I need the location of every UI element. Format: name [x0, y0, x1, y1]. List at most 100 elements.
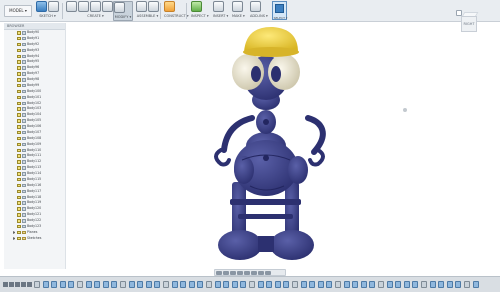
3d-print-icon[interactable]: [232, 1, 243, 12]
timeline-feature-icon[interactable]: [455, 281, 462, 288]
timeline-feature-icon[interactable]: [214, 281, 221, 288]
timeline-feature-icon[interactable]: [197, 281, 204, 288]
loft-icon[interactable]: [102, 1, 113, 12]
browser-folder-item[interactable]: Sketches: [4, 236, 65, 242]
extrude-icon[interactable]: [66, 1, 77, 12]
step-forward-icon[interactable]: [21, 282, 26, 287]
timeline-feature-icon[interactable]: [317, 281, 324, 288]
visibility-icon[interactable]: [17, 219, 21, 223]
timeline-feature-icon[interactable]: [421, 281, 427, 288]
timeline-feature-icon[interactable]: [309, 281, 316, 288]
model-viewport[interactable]: [66, 22, 500, 276]
timeline-feature-icon[interactable]: [51, 281, 58, 288]
insert-menu[interactable]: INSERT ▾: [213, 14, 228, 18]
insert-group[interactable]: INSERT ▾: [213, 1, 228, 21]
timeline-feature-icon[interactable]: [335, 281, 341, 288]
sweep-icon[interactable]: [90, 1, 101, 12]
add-ins-group[interactable]: ADD-INS ▾: [250, 1, 268, 21]
measure-icon[interactable]: [191, 1, 202, 12]
timeline-feature-icon[interactable]: [386, 281, 393, 288]
visibility-icon[interactable]: [17, 89, 21, 94]
timeline-feature-icon[interactable]: [283, 281, 290, 288]
sketch-menu[interactable]: SKETCH ▾: [36, 14, 59, 18]
visibility-icon[interactable]: [17, 48, 21, 53]
timeline-feature-icon[interactable]: [446, 281, 453, 288]
timeline-feature-icon[interactable]: [206, 281, 212, 288]
visibility-icon[interactable]: [17, 130, 21, 135]
visibility-icon[interactable]: [17, 236, 21, 241]
select-menu[interactable]: SELECT ▾: [273, 16, 288, 20]
construct-menu[interactable]: CONSTRUCT ▾: [164, 14, 189, 18]
robot-model[interactable]: [66, 22, 500, 276]
revolve-icon[interactable]: [78, 1, 89, 12]
timeline-feature-icon[interactable]: [180, 281, 187, 288]
visibility-icon[interactable]: [17, 195, 21, 200]
go-to-start-icon[interactable]: [3, 282, 8, 287]
timeline-feature-icon[interactable]: [128, 281, 135, 288]
timeline-feature-icon[interactable]: [188, 281, 195, 288]
visibility-icon[interactable]: [17, 95, 21, 100]
visibility-icon[interactable]: [17, 230, 21, 235]
press-pull-icon[interactable]: [114, 2, 125, 13]
timeline-feature-icon[interactable]: [77, 281, 83, 288]
visibility-icon[interactable]: [17, 201, 21, 205]
grid-settings-icon[interactable]: [258, 271, 264, 275]
new-component-icon[interactable]: [136, 1, 147, 12]
expand-arrow-icon[interactable]: [13, 237, 16, 241]
select-group[interactable]: SELECT ▾: [272, 1, 287, 20]
visibility-icon[interactable]: [17, 213, 21, 217]
visibility-icon[interactable]: [17, 42, 21, 47]
visibility-icon[interactable]: [17, 31, 21, 35]
visibility-icon[interactable]: [17, 154, 21, 158]
scripts-icon[interactable]: [250, 1, 261, 12]
sketch-group[interactable]: SKETCH ▾: [36, 1, 59, 21]
add-ins-menu[interactable]: ADD-INS ▾: [250, 14, 268, 18]
visibility-icon[interactable]: [17, 119, 21, 123]
visibility-icon[interactable]: [17, 160, 21, 164]
go-to-end-icon[interactable]: [27, 282, 32, 287]
visibility-icon[interactable]: [17, 60, 21, 64]
timeline-feature-icon[interactable]: [34, 281, 40, 288]
joint-icon[interactable]: [148, 1, 159, 12]
visibility-icon[interactable]: [17, 166, 21, 170]
modify-menu[interactable]: MODIFY ▾: [114, 15, 132, 19]
visibility-icon[interactable]: [17, 189, 21, 194]
visibility-icon[interactable]: [17, 54, 21, 59]
visibility-icon[interactable]: [17, 36, 21, 41]
visibility-icon[interactable]: [17, 207, 21, 211]
timeline-feature-icon[interactable]: [395, 281, 402, 288]
timeline-feature-icon[interactable]: [171, 281, 178, 288]
timeline-feature-icon[interactable]: [68, 281, 75, 288]
timeline-feature-icon[interactable]: [326, 281, 333, 288]
orbit-icon[interactable]: [216, 271, 222, 275]
pan-icon[interactable]: [230, 271, 236, 275]
timeline-feature-icon[interactable]: [120, 281, 126, 288]
visibility-icon[interactable]: [17, 172, 21, 176]
timeline-feature-icon[interactable]: [352, 281, 359, 288]
visibility-icon[interactable]: [17, 101, 21, 106]
timeline-feature-icon[interactable]: [300, 281, 307, 288]
zoom-icon[interactable]: [237, 271, 243, 275]
timeline-feature-icon[interactable]: [472, 281, 479, 288]
timeline-feature-icon[interactable]: [438, 281, 445, 288]
visibility-icon[interactable]: [17, 72, 21, 76]
timeline-feature-icon[interactable]: [111, 281, 118, 288]
viewcube[interactable]: RIGHT: [456, 10, 480, 36]
timeline-feature-icon[interactable]: [42, 281, 49, 288]
timeline-feature-icon[interactable]: [378, 281, 384, 288]
visibility-icon[interactable]: [17, 183, 21, 188]
browser-header[interactable]: BROWSER: [4, 23, 65, 30]
visibility-icon[interactable]: [17, 125, 21, 129]
timeline-feature-icon[interactable]: [274, 281, 281, 288]
timeline-feature-icon[interactable]: [360, 281, 367, 288]
expand-arrow-icon[interactable]: [13, 231, 16, 235]
timeline-feature-icon[interactable]: [369, 281, 376, 288]
visibility-icon[interactable]: [17, 136, 21, 141]
make-menu[interactable]: MAKE ▾: [232, 14, 245, 18]
timeline-feature-icon[interactable]: [145, 281, 152, 288]
look-at-icon[interactable]: [223, 271, 229, 275]
timeline-feature-icon[interactable]: [266, 281, 273, 288]
timeline-feature-icon[interactable]: [429, 281, 436, 288]
inspect-group[interactable]: INSPECT ▾: [191, 1, 209, 21]
visibility-icon[interactable]: [17, 66, 21, 70]
